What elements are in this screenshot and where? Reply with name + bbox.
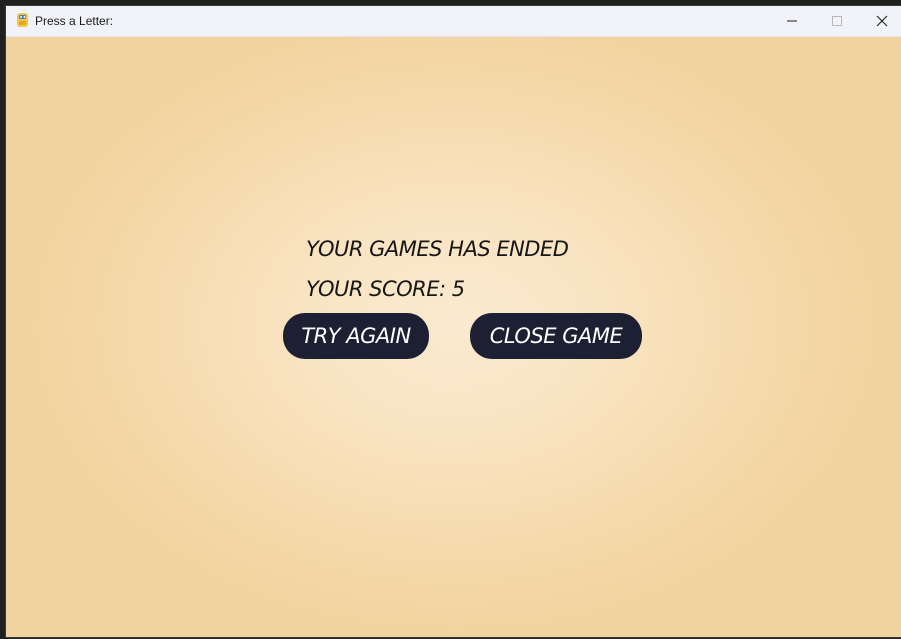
maximize-icon [831, 12, 843, 31]
desktop-background: Press a Letter: YOUR GAMES HAS ENDED YOU… [0, 0, 901, 639]
minimize-button[interactable] [769, 6, 815, 36]
close-window-button[interactable] [859, 6, 901, 36]
close-game-button[interactable]: CLOSE GAME [470, 313, 642, 359]
minimize-icon [786, 12, 798, 31]
window-title: Press a Letter: [35, 14, 114, 28]
maximize-button[interactable] [814, 6, 860, 36]
title-bar[interactable]: Press a Letter: [6, 6, 901, 37]
game-ended-message: YOUR GAMES HAS ENDED [306, 237, 569, 261]
close-icon [876, 12, 888, 31]
score-display: YOUR SCORE: 5 [306, 277, 465, 301]
game-window: Press a Letter: YOUR GAMES HAS ENDED YOU… [6, 6, 901, 637]
game-canvas: YOUR GAMES HAS ENDED YOUR SCORE: 5 TRY A… [6, 37, 901, 637]
pygame-snake-icon [15, 12, 31, 28]
try-again-button[interactable]: TRY AGAIN [283, 313, 429, 359]
